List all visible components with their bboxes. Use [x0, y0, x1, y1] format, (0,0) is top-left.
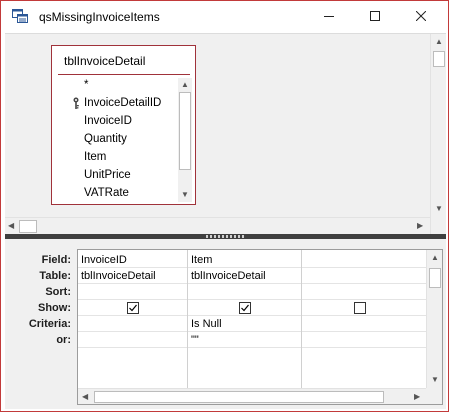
- maximize-icon: [370, 10, 380, 24]
- field-list-scrollbar[interactable]: ▲ ▼: [178, 78, 192, 202]
- grid-vertical-scrollbar[interactable]: ▲ ▼: [426, 250, 442, 388]
- maximize-button[interactable]: [352, 1, 398, 33]
- field-item-item[interactable]: Item: [58, 148, 176, 166]
- row-label-field: Field:: [41, 254, 71, 266]
- scrollbar-corner: [426, 388, 442, 404]
- row-label-criteria: Criteria:: [28, 318, 71, 330]
- grid-column-3: [302, 250, 426, 388]
- query-design-window: qsMissingInvoiceItems tblInvoiceDetail *: [0, 0, 449, 412]
- field-list-scroll-thumb[interactable]: [179, 92, 191, 170]
- table-cell[interactable]: tblInvoiceDetail: [78, 268, 187, 284]
- field-name: Quantity: [84, 133, 127, 145]
- row-label-show: Show:: [38, 302, 71, 314]
- field-cell[interactable]: [302, 252, 426, 268]
- show-checkbox[interactable]: [239, 302, 251, 314]
- scroll-left-arrow-icon[interactable]: ◀: [8, 222, 14, 230]
- row-label-or: or:: [56, 334, 71, 346]
- title-bar[interactable]: qsMissingInvoiceItems: [1, 1, 448, 33]
- key-icon: [72, 97, 80, 109]
- table-cell[interactable]: [302, 268, 426, 284]
- show-cell: [78, 300, 187, 316]
- table-title[interactable]: tblInvoiceDetail: [64, 54, 145, 68]
- or-cell[interactable]: [302, 332, 426, 348]
- or-cell[interactable]: "": [188, 332, 301, 348]
- scroll-left-arrow-icon[interactable]: ◀: [82, 393, 88, 401]
- criteria-cell[interactable]: Is Null: [188, 316, 301, 332]
- field-name: VATRate: [84, 187, 129, 199]
- window-title: qsMissingInvoiceItems: [39, 10, 160, 24]
- scroll-down-arrow-icon[interactable]: ▼: [431, 376, 439, 384]
- table-pane-vertical-scrollbar[interactable]: ▲ ▼: [430, 34, 446, 235]
- grid-column-2: Item tblInvoiceDetail Is Null "": [188, 250, 302, 388]
- grid-vertical-thumb[interactable]: [429, 268, 441, 288]
- grid-column-1: InvoiceID tblInvoiceDetail: [78, 250, 188, 388]
- design-grid: InvoiceID tblInvoiceDetail Item tblInvoi…: [77, 249, 443, 405]
- scroll-down-arrow-icon[interactable]: ▼: [181, 191, 189, 199]
- grid-horizontal-scrollbar[interactable]: ◀ ▶: [78, 388, 426, 404]
- table-pane-horizontal-scrollbar[interactable]: ◀ ▶: [5, 217, 430, 234]
- field-name: InvoiceID: [84, 115, 132, 127]
- field-item-vatrate[interactable]: VATRate: [58, 184, 176, 202]
- close-button[interactable]: [398, 1, 444, 33]
- scroll-up-arrow-icon[interactable]: ▲: [181, 81, 189, 89]
- grid-horizontal-thumb[interactable]: [94, 391, 384, 403]
- scroll-up-arrow-icon[interactable]: ▲: [431, 254, 439, 262]
- field-name: UnitPrice: [84, 169, 131, 181]
- scroll-down-arrow-icon[interactable]: ▼: [435, 205, 443, 213]
- table-pane-vertical-thumb[interactable]: [433, 51, 445, 67]
- table-pane[interactable]: tblInvoiceDetail * InvoiceDetailID Invoi…: [5, 33, 446, 235]
- field-list-tblInvoiceDetail[interactable]: tblInvoiceDetail * InvoiceDetailID Invoi…: [51, 45, 196, 205]
- splitter-grip-icon[interactable]: [206, 235, 244, 238]
- scroll-right-arrow-icon[interactable]: ▶: [414, 393, 420, 401]
- row-label-table: Table:: [39, 270, 71, 282]
- scroll-right-arrow-icon[interactable]: ▶: [417, 222, 423, 230]
- table-cell[interactable]: tblInvoiceDetail: [188, 268, 301, 284]
- minimize-icon: [324, 11, 334, 24]
- field-item-quantity[interactable]: Quantity: [58, 130, 176, 148]
- show-checkbox[interactable]: [127, 302, 139, 314]
- field-name: *: [84, 79, 89, 91]
- design-grid-pane: Field: Table: Sort: Show: Criteria: or: …: [5, 239, 446, 409]
- sort-cell[interactable]: [302, 284, 426, 300]
- close-icon: [415, 10, 427, 24]
- field-item-invoicedetailid[interactable]: InvoiceDetailID: [58, 94, 176, 112]
- field-list: * InvoiceDetailID InvoiceID Quantity Ite…: [58, 76, 176, 202]
- criteria-cell[interactable]: [78, 316, 187, 332]
- show-cell: [188, 300, 301, 316]
- field-cell[interactable]: InvoiceID: [78, 252, 187, 268]
- field-item-invoiceid[interactable]: InvoiceID: [58, 112, 176, 130]
- row-label-sort: Sort:: [45, 286, 71, 298]
- sort-cell[interactable]: [188, 284, 301, 300]
- grid-row-labels: Field: Table: Sort: Show: Criteria: or:: [5, 252, 71, 348]
- field-name: Item: [84, 151, 107, 163]
- sort-cell[interactable]: [78, 284, 187, 300]
- scroll-up-arrow-icon[interactable]: ▲: [435, 38, 443, 46]
- query-design-icon: [12, 9, 28, 23]
- table-pane-horizontal-thumb[interactable]: [19, 220, 37, 233]
- show-cell: [302, 300, 426, 316]
- field-item-unitprice[interactable]: UnitPrice: [58, 166, 176, 184]
- field-name: InvoiceDetailID: [84, 97, 162, 109]
- field-item-all[interactable]: *: [58, 76, 176, 94]
- minimize-button[interactable]: [306, 1, 352, 33]
- criteria-cell[interactable]: [302, 316, 426, 332]
- table-title-divider: [58, 74, 190, 75]
- or-cell[interactable]: [78, 332, 187, 348]
- show-checkbox[interactable]: [354, 302, 366, 314]
- field-cell[interactable]: Item: [188, 252, 301, 268]
